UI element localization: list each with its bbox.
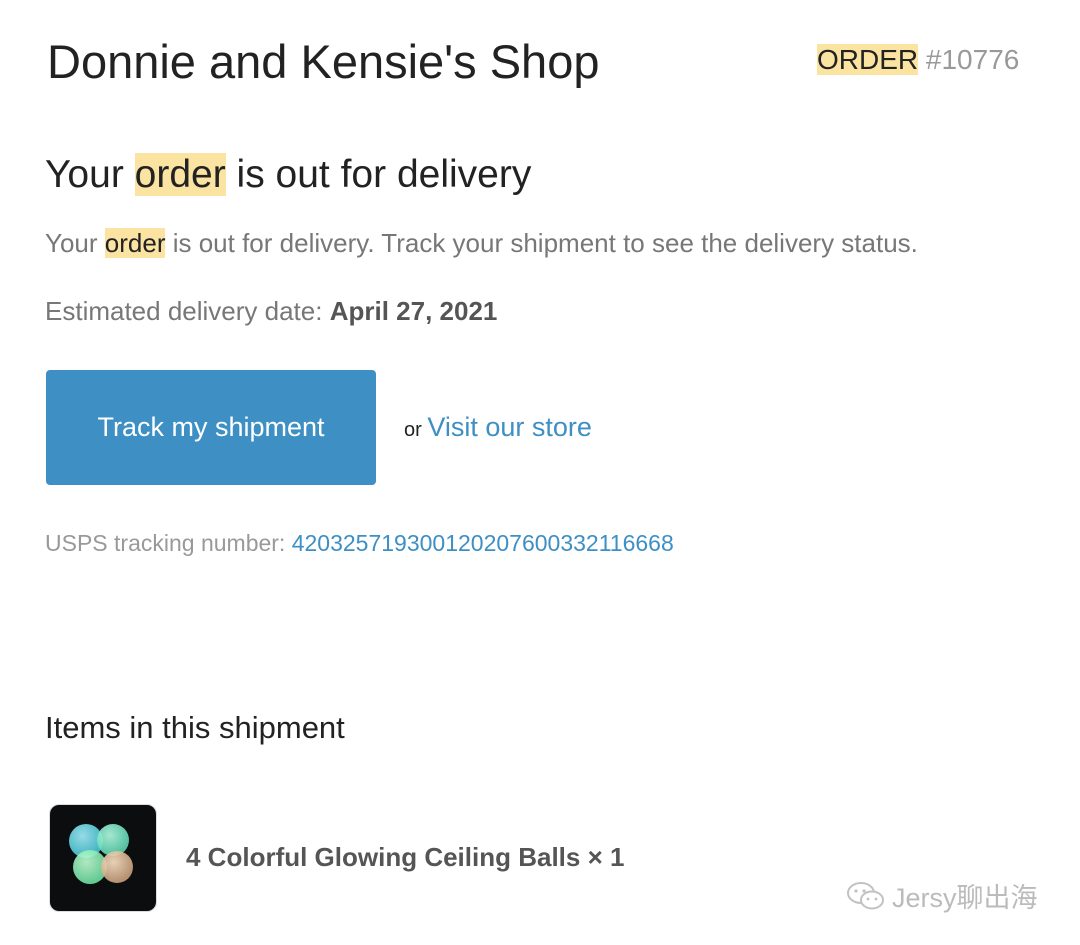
item-name: 4 Colorful Glowing Ceiling Balls × 1 bbox=[186, 842, 625, 872]
body-highlight: order bbox=[104, 228, 166, 258]
product-thumbnail bbox=[49, 804, 157, 912]
heading-prefix: Your bbox=[45, 153, 124, 196]
tracking-label: USPS tracking number: bbox=[45, 530, 286, 556]
visit-store-row: or Visit our store bbox=[404, 410, 592, 447]
tracking-number-row: USPS tracking number: 420325719300120207… bbox=[45, 528, 674, 558]
items-heading: Items in this shipment bbox=[45, 710, 345, 745]
visit-store-link[interactable]: Visit our store bbox=[427, 412, 592, 442]
watermark-text: Jersy聊出海 bbox=[892, 883, 1038, 913]
status-description: Your order is out for delivery. Track yo… bbox=[45, 226, 918, 260]
watermark: Jersy聊出海 bbox=[846, 876, 1038, 915]
chat-bubbles-icon bbox=[847, 881, 884, 909]
status-heading: Your order is out for delivery bbox=[45, 150, 531, 200]
or-text: or bbox=[404, 419, 422, 441]
order-number: #10776 bbox=[925, 44, 1020, 75]
body-prefix: Your bbox=[45, 228, 98, 258]
estimated-label: Estimated delivery date: bbox=[45, 296, 323, 326]
track-shipment-button[interactable]: Track my shipment bbox=[46, 370, 376, 485]
tracking-number-link[interactable]: 420325719300120207600332116668 bbox=[292, 530, 674, 556]
heading-highlight: order bbox=[134, 153, 226, 196]
heading-suffix: is out for delivery bbox=[236, 153, 532, 196]
glowing-balls-image bbox=[50, 805, 156, 911]
order-word: ORDER bbox=[817, 44, 919, 75]
shop-title: Donnie and Kensie's Shop bbox=[47, 35, 600, 88]
estimated-date: April 27, 2021 bbox=[329, 296, 498, 326]
estimated-delivery: Estimated delivery date: April 27, 2021 bbox=[45, 294, 497, 328]
body-suffix: is out for delivery. Track your shipment… bbox=[172, 228, 918, 258]
order-number-label: ORDER #10776 bbox=[817, 42, 1019, 78]
